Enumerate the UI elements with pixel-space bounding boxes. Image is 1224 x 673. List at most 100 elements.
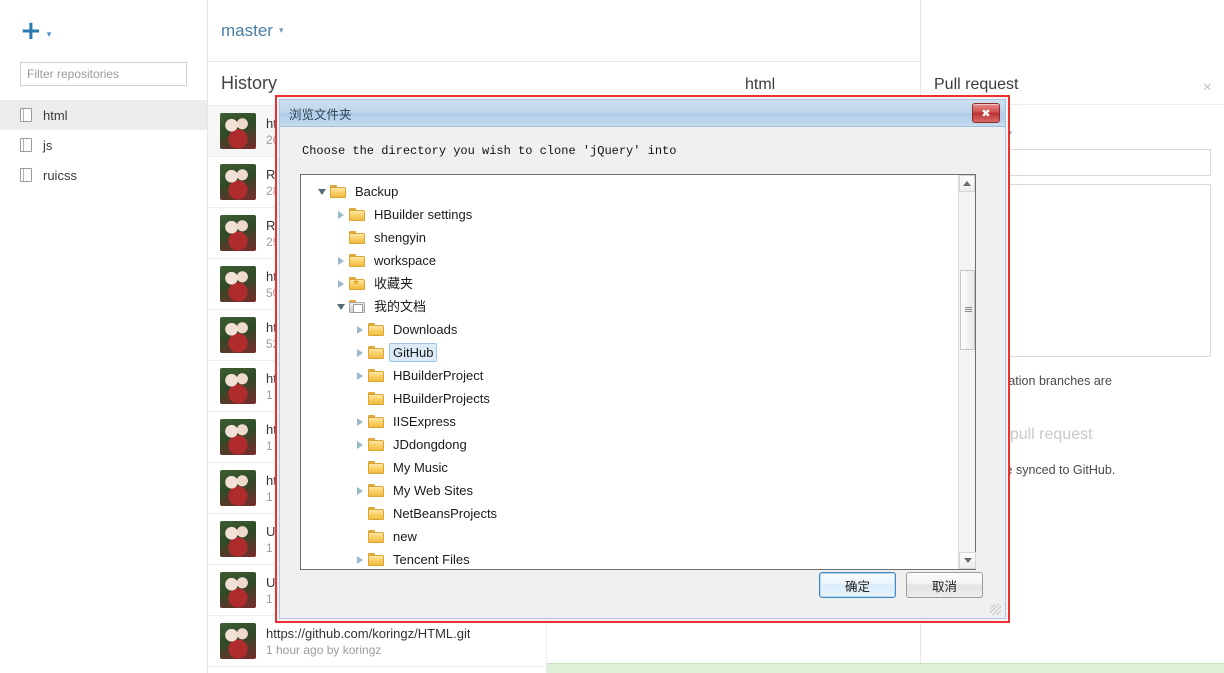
tree-item-label: HBuilder settings bbox=[374, 207, 473, 222]
sidebar-item-js[interactable]: js bbox=[0, 130, 207, 160]
chevron-down-icon[interactable] bbox=[334, 303, 348, 310]
tree-item[interactable]: 收藏夹 bbox=[301, 272, 958, 295]
folder-icon bbox=[368, 415, 384, 428]
avatar bbox=[220, 113, 256, 149]
chevron-down-icon[interactable] bbox=[315, 188, 329, 195]
tree-item-label: 我的文档 bbox=[374, 299, 427, 314]
tree-item-label: My Music bbox=[393, 460, 448, 475]
tree-item-label: Backup bbox=[355, 184, 399, 199]
favorites-folder-icon bbox=[349, 276, 365, 290]
folder-icon bbox=[368, 346, 384, 359]
repository-icon bbox=[20, 137, 33, 153]
scroll-down-button[interactable] bbox=[959, 552, 976, 569]
sidebar-item-ruicss[interactable]: ruicss bbox=[0, 160, 207, 190]
tree-item[interactable]: workspace bbox=[301, 249, 958, 272]
tab-history[interactable]: History bbox=[208, 73, 277, 94]
dialog-buttons: 确定 取消 bbox=[819, 572, 983, 598]
avatar bbox=[220, 521, 256, 557]
chevron-down-icon[interactable]: ▾ bbox=[279, 25, 284, 36]
tree-item[interactable]: Backup bbox=[301, 180, 958, 203]
chevron-down-icon: ▾ bbox=[46, 28, 52, 39]
chevron-right-icon[interactable] bbox=[353, 325, 367, 334]
ok-button[interactable]: 确定 bbox=[819, 572, 896, 598]
tree-item[interactable]: NetBeansProjects bbox=[301, 502, 958, 525]
chevron-right-icon[interactable] bbox=[353, 371, 367, 380]
tree-scrollbar[interactable] bbox=[958, 175, 976, 569]
folder-icon bbox=[368, 530, 384, 543]
add-repository-button[interactable]: + ▾ bbox=[0, 0, 207, 62]
filter-field-wrapper bbox=[0, 62, 207, 86]
repository-icon bbox=[20, 167, 33, 183]
dialog-title: 浏览文件夹 bbox=[289, 106, 352, 122]
avatar bbox=[220, 470, 256, 506]
chevron-right-icon[interactable] bbox=[334, 256, 348, 265]
chevron-right-icon[interactable] bbox=[353, 440, 367, 449]
commit-message: https://github.com/koringz/HTML.git bbox=[266, 625, 471, 641]
tree-item-label: NetBeansProjects bbox=[393, 506, 498, 521]
tree-item[interactable]: new bbox=[301, 525, 958, 548]
folder-icon bbox=[368, 323, 384, 336]
cancel-button[interactable]: 取消 bbox=[906, 572, 983, 598]
scrollbar-thumb[interactable] bbox=[960, 270, 975, 350]
tree-item-label: My Web Sites bbox=[393, 483, 473, 498]
repository-label: ruicss bbox=[43, 167, 77, 183]
avatar bbox=[220, 317, 256, 353]
sidebar-item-html[interactable]: html bbox=[0, 100, 207, 130]
tree-item[interactable]: Tencent Files bbox=[301, 548, 958, 569]
folder-tree[interactable]: Backup HBuilder settings shengyin workspace… bbox=[301, 175, 958, 569]
repository-list: html js ruicss bbox=[0, 100, 207, 190]
filter-repositories-input[interactable] bbox=[20, 62, 187, 86]
avatar bbox=[220, 164, 256, 200]
folder-icon bbox=[349, 254, 365, 267]
commit-text: https://github.com/koringz/HTML.git 1 hou… bbox=[266, 626, 470, 657]
avatar bbox=[220, 572, 256, 608]
chevron-right-icon[interactable] bbox=[353, 555, 367, 564]
chevron-right-icon[interactable] bbox=[334, 279, 348, 288]
page-title: html bbox=[745, 76, 776, 93]
branch-bar: master ▾ bbox=[208, 0, 920, 62]
close-icon[interactable]: × bbox=[1203, 80, 1212, 96]
dialog-titlebar[interactable]: 浏览文件夹 ✖ bbox=[280, 100, 1005, 127]
folder-icon bbox=[330, 185, 346, 198]
folder-icon bbox=[368, 392, 384, 405]
chevron-right-icon[interactable] bbox=[353, 348, 367, 357]
folder-icon bbox=[368, 461, 384, 474]
tree-item[interactable]: HBuilderProject bbox=[301, 364, 958, 387]
folder-icon bbox=[349, 231, 365, 244]
chevron-right-icon[interactable] bbox=[334, 210, 348, 219]
pull-request-header bbox=[921, 0, 1224, 62]
folder-icon bbox=[368, 553, 384, 566]
avatar bbox=[220, 368, 256, 404]
tree-item[interactable]: HBuilderProjects bbox=[301, 387, 958, 410]
commit-meta: 1 hour ago by koringz bbox=[266, 642, 382, 657]
folder-icon bbox=[368, 484, 384, 497]
status-strip bbox=[547, 663, 1224, 673]
tree-item[interactable]: JDdongdong bbox=[301, 433, 958, 456]
scroll-up-button[interactable] bbox=[959, 175, 975, 192]
tree-item[interactable]: HBuilder settings bbox=[301, 203, 958, 226]
tree-item[interactable]: IISExpress bbox=[301, 410, 958, 433]
tree-item[interactable]: My Web Sites bbox=[301, 479, 958, 502]
commit-row[interactable]: https://github.com/koringz/HTML.git 1 hou… bbox=[208, 616, 546, 667]
tree-item[interactable]: shengyin bbox=[301, 226, 958, 249]
plus-icon: + bbox=[20, 16, 42, 46]
tree-item[interactable]: My Music bbox=[301, 456, 958, 479]
resize-grip[interactable] bbox=[990, 604, 1001, 615]
chevron-right-icon[interactable] bbox=[353, 417, 367, 426]
branch-selector[interactable]: master bbox=[221, 21, 273, 41]
folder-icon bbox=[368, 438, 384, 451]
tree-item-label: new bbox=[393, 529, 417, 544]
dialog-close-button[interactable]: ✖ bbox=[972, 103, 1000, 123]
tree-item[interactable]: 我的文档 bbox=[301, 295, 958, 318]
tree-item[interactable]: GitHub bbox=[301, 341, 958, 364]
tree-item-label: GitHub bbox=[389, 343, 438, 362]
dialog-prompt: Choose the directory you wish to clone '… bbox=[302, 144, 677, 158]
tree-item[interactable]: Downloads bbox=[301, 318, 958, 341]
tree-item-label: IISExpress bbox=[393, 414, 456, 429]
folder-icon bbox=[349, 208, 365, 221]
repository-label: js bbox=[43, 137, 53, 153]
pull-request-title: Pull request bbox=[934, 76, 1019, 93]
chevron-right-icon[interactable] bbox=[353, 486, 367, 495]
repository-icon bbox=[20, 107, 33, 123]
avatar bbox=[220, 419, 256, 455]
